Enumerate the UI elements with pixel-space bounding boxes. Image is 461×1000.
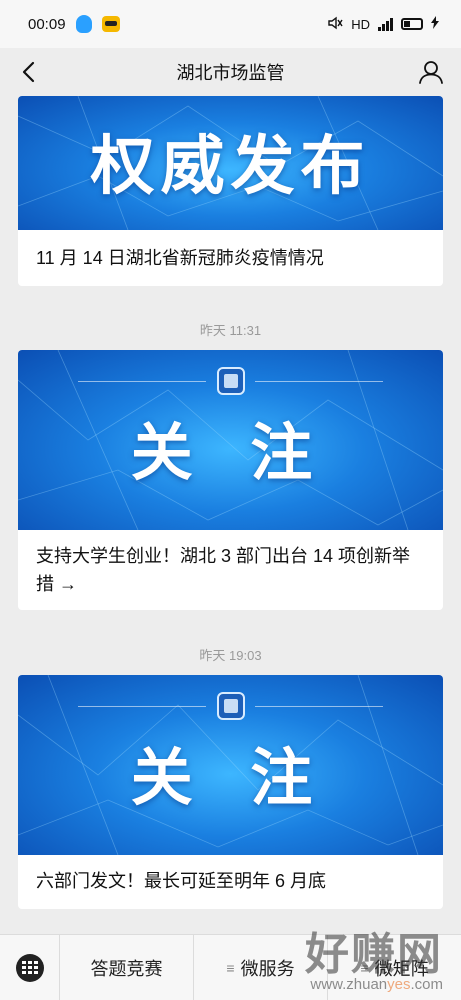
page-title: 湖北市场监管 (176, 63, 285, 83)
charging-icon (431, 16, 439, 32)
back-button[interactable] (12, 56, 44, 88)
logo-badge-icon (216, 367, 245, 395)
chevron-left-icon (22, 61, 35, 83)
banner-headline: 权威发布 (90, 130, 371, 204)
mute-icon (327, 16, 343, 33)
article-banner[interactable]: 关 注 (18, 675, 443, 855)
article-title[interactable]: 六部门发文！最长可延至明年 6 月底 (18, 855, 443, 895)
menu-item-services[interactable]: ≡ 微服务 (194, 934, 328, 1000)
menu-item-label: 微矩阵 (374, 958, 429, 979)
status-right: HD (327, 16, 439, 33)
article-card[interactable]: 关 注 六部门发文！最长可延至明年 6 月底 (18, 675, 443, 909)
status-time: 00:09 (28, 15, 66, 33)
article-banner[interactable]: 权威发布 (18, 96, 443, 230)
article-title[interactable]: 支持大学生创业！湖北 3 部门出台 14 项创新举措 → (18, 530, 443, 598)
message-timestamp: 昨天 11:31 (199, 323, 262, 338)
bottom-menu: 答题竞赛 ≡ 微服务 ≡ 微矩阵 (0, 934, 461, 1000)
status-left: 00:09 (28, 15, 120, 33)
menu-item-label: 答题竞赛 (90, 958, 163, 979)
banner-divider-right (255, 381, 383, 382)
menu-item-quiz[interactable]: 答题竞赛 (60, 934, 194, 1000)
network-type-label: HD (351, 16, 370, 32)
message-timestamp: 昨天 19:03 (199, 648, 262, 663)
status-bar: 00:09 HD (0, 0, 461, 48)
submenu-icon: ≡ (226, 959, 235, 976)
qq-notification-icon (75, 15, 92, 33)
banner-divider-left (78, 381, 206, 382)
battery-icon (401, 18, 423, 30)
banner-headline: 关 注 (130, 741, 331, 814)
profile-button[interactable] (415, 56, 447, 88)
article-banner[interactable]: 关 注 (18, 350, 443, 530)
article-card[interactable]: 关 注 支持大学生创业！湖北 3 部门出台 14 项创新举措 → (18, 350, 443, 610)
user-icon (419, 61, 443, 84)
logo-badge-icon (216, 692, 245, 720)
banner-divider-left (78, 706, 206, 707)
banner-headline: 关 注 (130, 416, 331, 489)
article-card[interactable]: 权威发布 11 月 14 日湖北省新冠肺炎疫情情况 (18, 96, 443, 286)
article-title[interactable]: 11 月 14 日湖北省新冠肺炎疫情情况 (18, 230, 443, 272)
message-feed[interactable]: 权威发布 11 月 14 日湖北省新冠肺炎疫情情况 昨天 11:31 关 注 支… (0, 96, 461, 934)
menu-item-matrix[interactable]: ≡ 微矩阵 (328, 935, 461, 1000)
car-notification-icon (101, 16, 120, 32)
keyboard-icon (15, 953, 44, 982)
signal-strength-icon (378, 17, 393, 31)
keyboard-toggle-button[interactable] (0, 934, 60, 1000)
banner-divider-right (255, 706, 383, 707)
submenu-icon: ≡ (360, 959, 369, 976)
title-bar: 湖北市场监管 (0, 48, 461, 96)
menu-item-label: 微服务 (240, 958, 295, 979)
